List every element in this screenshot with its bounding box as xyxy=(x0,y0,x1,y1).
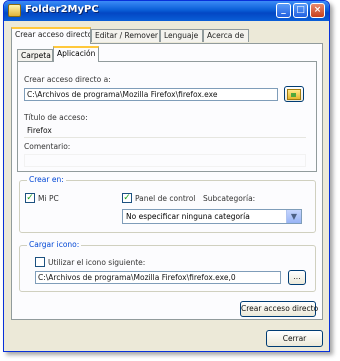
chevron-down-icon[interactable]: ▼ xyxy=(286,210,301,223)
subcategory-select[interactable]: No especificar ninguna categoría ▼ xyxy=(122,209,302,224)
title-bar[interactable]: Folder2MyPC _ □ × xyxy=(4,1,329,21)
shortcut-target-label: Crear acceso directo a: xyxy=(24,75,111,84)
icon-browse-button[interactable]: ... xyxy=(288,270,306,285)
use-following-icon-checkbox[interactable] xyxy=(35,257,45,267)
tab-acerca-de[interactable]: Acerca de xyxy=(203,29,249,42)
tab-lenguaje[interactable]: Lenguaje xyxy=(160,29,203,42)
control-panel-checkbox[interactable]: ✓ xyxy=(122,193,132,203)
subcategory-value: No especificar ninguna categoría xyxy=(126,212,250,221)
tab-editar-remover[interactable]: Editar / Remover xyxy=(91,29,160,42)
browse-folder-button[interactable] xyxy=(284,86,304,102)
application-subpanel: Crear acceso directo a: C:\Archivos de p… xyxy=(17,61,317,172)
create-shortcut-button[interactable]: Crear acceso directo xyxy=(240,301,318,317)
control-panel-label: Panel de control xyxy=(135,194,196,203)
icon-path-input[interactable]: C:\Archivos de programa\Mozilla Firefox\… xyxy=(35,271,281,284)
subtab-carpeta[interactable]: Carpeta xyxy=(17,49,53,61)
shortcut-title-label: Título de acceso: xyxy=(24,113,88,122)
close-button[interactable]: Cerrar xyxy=(266,330,323,347)
subtab-aplicacion[interactable]: Aplicación xyxy=(53,46,99,62)
subcategory-label: Subcategoría: xyxy=(203,194,256,203)
load-icon-group-title: Cargar icono: xyxy=(27,240,82,249)
shortcut-title-input[interactable]: Firefox xyxy=(24,124,306,137)
maximize-button[interactable]: □ xyxy=(293,3,308,18)
mypc-checkbox[interactable]: ✓ xyxy=(25,193,35,203)
window-title: Folder2MyPC xyxy=(25,4,99,15)
folder-open-icon xyxy=(287,89,301,100)
shortcut-target-input[interactable]: C:\Archivos de programa\Mozilla Firefox\… xyxy=(24,88,278,101)
close-window-button[interactable]: × xyxy=(310,3,325,18)
comment-input[interactable] xyxy=(24,154,306,167)
title-underline xyxy=(24,137,306,138)
minimize-button[interactable]: _ xyxy=(276,3,291,18)
tab-crear-acceso-directo[interactable]: Crear acceso directo xyxy=(11,27,91,44)
main-tab-panel: Carpeta Aplicación Crear acceso directo … xyxy=(11,43,323,320)
use-following-icon-label: Utilizar el icono siguiente: xyxy=(48,258,146,267)
mypc-label: Mi PC xyxy=(38,194,59,203)
comment-label: Comentario: xyxy=(24,142,71,151)
create-in-group: Crear en: ✓ Mi PC ✓ Panel de control Sub… xyxy=(19,175,316,233)
load-icon-group: Cargar icono: Utilizar el icono siguient… xyxy=(19,240,316,292)
create-in-group-title: Crear en: xyxy=(27,175,66,184)
app-icon xyxy=(8,4,21,17)
main-window: Folder2MyPC _ □ × Crear acceso directo E… xyxy=(3,0,330,352)
